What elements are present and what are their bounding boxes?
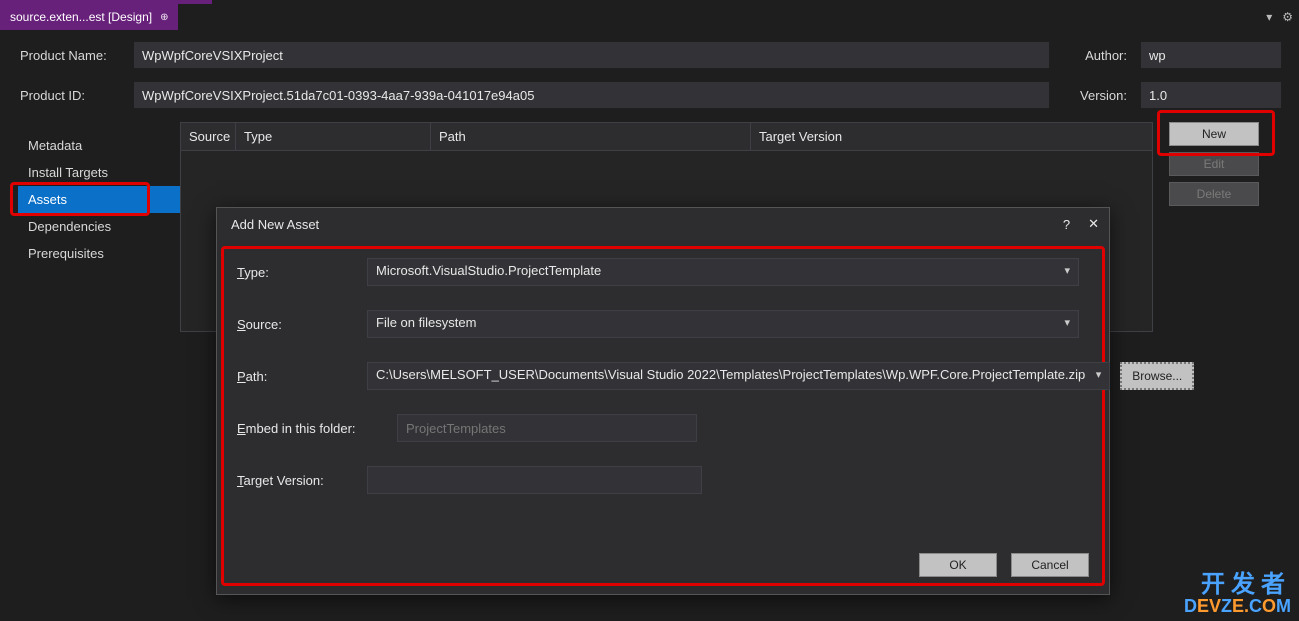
product-id-label: Product ID: (18, 88, 128, 103)
document-tab[interactable]: source.exten...est [Design] ⊕ (0, 4, 178, 30)
header-form: Product Name: Author: Product ID: Versio… (0, 30, 1299, 114)
browse-button[interactable]: Browse... (1120, 362, 1194, 390)
delete-button: Delete (1169, 182, 1259, 206)
target-version-field[interactable] (367, 466, 702, 494)
th-path[interactable]: Path (431, 123, 751, 151)
cancel-button[interactable]: Cancel (1011, 553, 1089, 577)
new-button[interactable]: New (1169, 122, 1259, 146)
th-target-version[interactable]: Target Version (751, 123, 1152, 151)
help-icon[interactable]: ? (1063, 217, 1070, 232)
source-select[interactable]: File on filesystem (367, 310, 1079, 338)
dialog-title: Add New Asset (231, 217, 319, 232)
sidebar: Metadata Install Targets Assets Dependen… (0, 114, 180, 332)
th-type[interactable]: Type (236, 123, 431, 151)
ok-button[interactable]: OK (919, 553, 997, 577)
source-label: Source: (237, 317, 357, 332)
path-select[interactable]: C:\Users\MELSOFT_USER\Documents\Visual S… (367, 362, 1110, 390)
close-icon[interactable]: ✕ (1088, 216, 1099, 232)
edit-button: Edit (1169, 152, 1259, 176)
product-id-field[interactable] (134, 82, 1049, 108)
embed-folder-field[interactable] (397, 414, 697, 442)
tab-title: source.exten...est [Design] (10, 10, 152, 24)
pin-icon[interactable]: ⊕ (160, 12, 168, 23)
type-label: TType:ype: (237, 265, 357, 280)
sidebar-item-prerequisites[interactable]: Prerequisites (18, 240, 180, 267)
watermark: 开发者 DEVZE.COM (1184, 573, 1291, 615)
path-label: Path: (237, 369, 357, 384)
author-field[interactable] (1141, 42, 1281, 68)
dropdown-icon[interactable]: ▾ (1266, 10, 1272, 24)
type-select[interactable]: Microsoft.VisualStudio.ProjectTemplate (367, 258, 1079, 286)
th-source[interactable]: Source (181, 123, 236, 151)
tab-strip: source.exten...est [Design] ⊕ ▾ ⚙ (0, 4, 1299, 30)
sidebar-item-dependencies[interactable]: Dependencies (18, 213, 180, 240)
product-name-field[interactable] (134, 42, 1049, 68)
sidebar-item-metadata[interactable]: Metadata (18, 132, 180, 159)
version-field[interactable] (1141, 82, 1281, 108)
target-version-label: Target Version: (237, 473, 357, 488)
product-name-label: Product Name: (18, 48, 128, 63)
author-label: Author: (1055, 48, 1135, 63)
sidebar-item-install-targets[interactable]: Install Targets (18, 159, 180, 186)
add-new-asset-dialog: Add New Asset ? ✕ TType:ype: Microsoft.V… (216, 207, 1110, 595)
embed-folder-label: Embed in this folder: (237, 421, 387, 436)
sidebar-item-assets[interactable]: Assets (18, 186, 180, 213)
version-label: Version: (1055, 88, 1135, 103)
gear-icon[interactable]: ⚙ (1282, 10, 1293, 24)
